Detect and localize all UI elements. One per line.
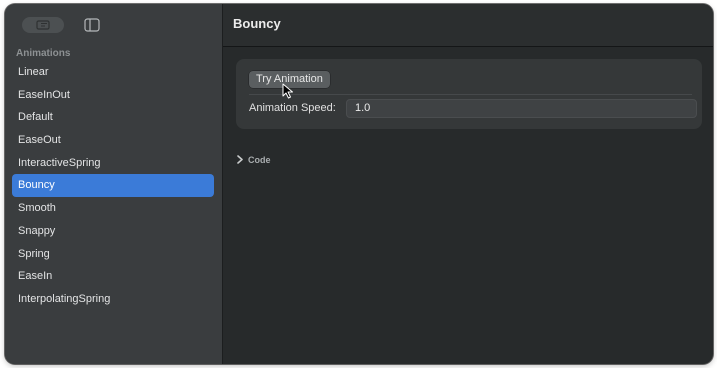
- code-disclosure[interactable]: Code: [236, 151, 271, 169]
- sidebar-item-linear[interactable]: Linear: [12, 61, 214, 84]
- sidebar: Animations Linear EaseInOut Default Ease…: [5, 4, 223, 364]
- sidebar-section-title: Animations: [16, 48, 71, 59]
- app-window: Animations Linear EaseInOut Default Ease…: [5, 4, 713, 364]
- animation-speed-field[interactable]: 1.0: [346, 99, 697, 118]
- chevron-right-icon: [236, 151, 244, 169]
- toolbar-pill-icon[interactable]: [22, 17, 64, 33]
- sidebar-item-easeinout[interactable]: EaseInOut: [12, 84, 214, 107]
- sidebar-item-interpolatingspring[interactable]: InterpolatingSpring: [12, 288, 214, 311]
- main-header: Bouncy: [223, 4, 713, 47]
- sidebar-item-interactivespring[interactable]: InteractiveSpring: [12, 152, 214, 175]
- animation-card: Try Animation Animation Speed: 1.0: [236, 59, 702, 129]
- sidebar-item-smooth[interactable]: Smooth: [12, 197, 214, 220]
- sidebar-item-bouncy[interactable]: Bouncy: [12, 174, 214, 198]
- sidebar-item-default[interactable]: Default: [12, 106, 214, 129]
- sidebar-list: Linear EaseInOut Default EaseOut Interac…: [12, 61, 214, 311]
- mouse-pointer-icon: [282, 83, 294, 104]
- sidebar-item-easeout[interactable]: EaseOut: [12, 129, 214, 152]
- sidebar-item-snappy[interactable]: Snappy: [12, 220, 214, 243]
- page-title: Bouncy: [233, 16, 281, 31]
- code-disclosure-label: Code: [248, 155, 271, 165]
- sidebar-toggle-icon[interactable]: [83, 17, 101, 33]
- sidebar-item-easein[interactable]: EaseIn: [12, 265, 214, 288]
- card-divider: [249, 94, 692, 95]
- sidebar-item-spring[interactable]: Spring: [12, 243, 214, 266]
